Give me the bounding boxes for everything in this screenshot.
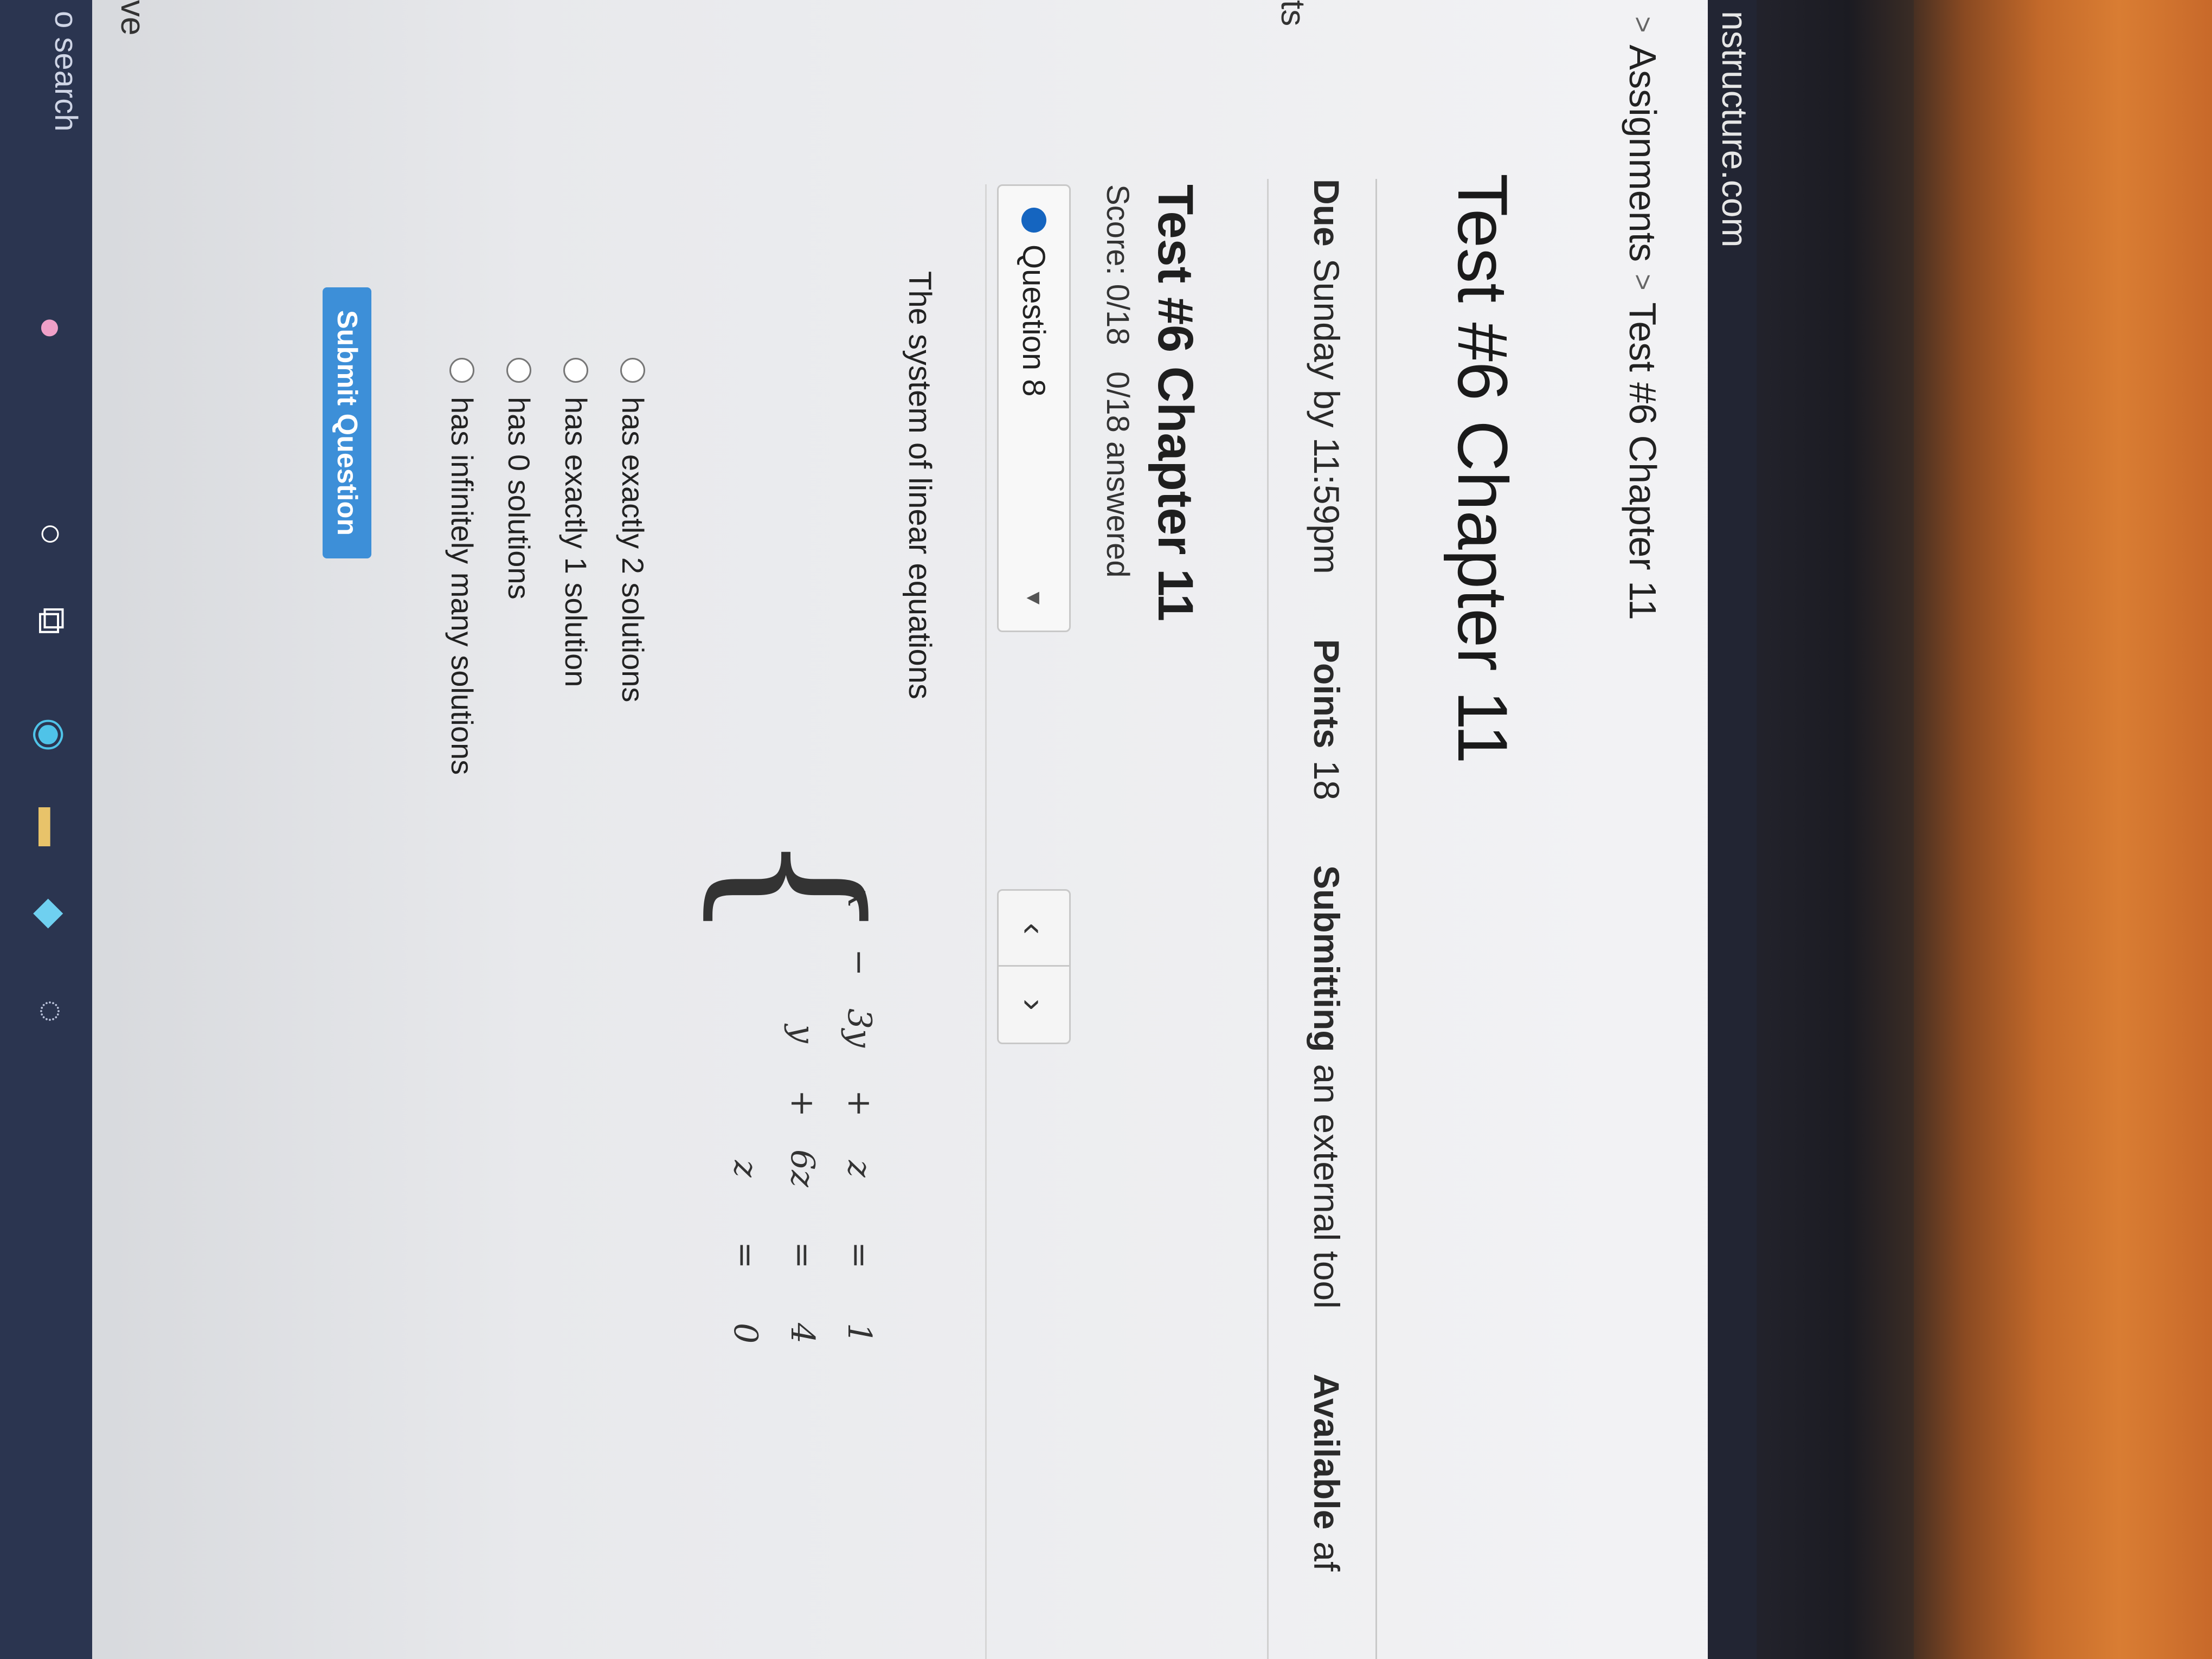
available-value: af	[1307, 1541, 1347, 1572]
browser-screen: nstructure.com > Assignments > Test #6 C…	[0, 0, 1757, 1659]
radio-button[interactable]	[563, 358, 589, 383]
eq-term: 6z	[783, 1149, 821, 1187]
divider	[1267, 179, 1269, 1659]
eq-term: z	[840, 1160, 878, 1178]
url-text: nstructure.com	[1715, 11, 1755, 248]
quiz-score: Score: 0/18 0/18 answered	[1099, 184, 1136, 577]
answer-label[interactable]: has infinitely many solutions	[445, 397, 480, 775]
points-value: 18	[1307, 760, 1347, 800]
assignment-meta: Due Sunday by 11:59pm Points 18 Submitti…	[1306, 179, 1347, 1636]
score-text: Score: 0/18	[1100, 184, 1135, 345]
answer-option[interactable]: has exactly 1 solution	[558, 358, 594, 687]
url-bar[interactable]: nstructure.com	[1708, 0, 1757, 1659]
eq-operator: +	[783, 1090, 821, 1117]
caret-down-icon: ▼	[1022, 587, 1046, 609]
chevron-right-icon: ›	[1014, 999, 1053, 1011]
answer-option[interactable]: has 0 solutions	[501, 358, 537, 600]
breadcrumb-current[interactable]: Test #6 Chapter 11	[1621, 302, 1664, 620]
answer-option[interactable]: has infinitely many solutions	[445, 358, 480, 775]
submitting-label: Submitting	[1307, 865, 1347, 1052]
store-icon[interactable]: ◆	[27, 889, 76, 938]
question-selector[interactable]: Question 8 ▼	[997, 184, 1071, 632]
answer-label[interactable]: has exactly 1 solution	[558, 397, 594, 687]
file-explorer-icon[interactable]: ▬	[27, 802, 76, 851]
radio-button[interactable]	[620, 358, 646, 383]
available-label: Available	[1307, 1373, 1347, 1530]
question-prompt: The system of linear equations	[902, 271, 937, 699]
misc-icon[interactable]: ◌	[27, 987, 76, 1036]
task-view-icon[interactable]: ⧉	[27, 596, 76, 645]
eq-term: x	[840, 889, 878, 908]
eq-term: z	[726, 1160, 764, 1178]
breadcrumb-assignments[interactable]: Assignments	[1621, 44, 1664, 262]
eq-rhs: 0	[726, 1323, 764, 1344]
eq-term: y	[783, 1025, 821, 1043]
eq-equals: =	[783, 1242, 821, 1269]
cortana-icon[interactable]: ○	[27, 510, 76, 558]
eq-operator: −	[840, 949, 878, 976]
eq-rhs: 4	[783, 1323, 821, 1344]
breadcrumb-separator: >	[1627, 16, 1658, 33]
breadcrumb-separator: >	[1627, 274, 1658, 291]
submitting-value: an external tool	[1307, 1064, 1347, 1309]
answer-label[interactable]: has exactly 2 solutions	[615, 397, 651, 702]
eq-equals: =	[726, 1242, 764, 1269]
question-selector-label: Question 8	[1016, 245, 1052, 397]
quiz-title: Test #6 Chapter 11	[1148, 184, 1203, 622]
eq-operator: +	[840, 1090, 878, 1117]
answered-count: 0/18 answered	[1100, 371, 1135, 578]
eq-equals: =	[840, 1242, 878, 1269]
desk-background	[1903, 0, 2212, 1659]
monitor-bezel	[1751, 0, 1914, 1659]
edge-icon[interactable]: ◉	[27, 710, 76, 759]
page-title: Test #6 Chapter 11	[1443, 173, 1522, 764]
taskbar-search[interactable]: o search	[48, 11, 84, 131]
due-label: Due	[1307, 179, 1347, 247]
submit-question-button[interactable]: Submit Question	[323, 287, 371, 558]
apps-icon[interactable]: ●	[27, 304, 76, 352]
system-brace: {	[690, 829, 898, 943]
question-status-dot-icon	[1021, 208, 1046, 233]
radio-button[interactable]	[449, 358, 475, 383]
due-value: Sunday by 11:59pm	[1307, 258, 1347, 574]
answer-label[interactable]: has 0 solutions	[501, 397, 537, 600]
radio-button[interactable]	[506, 358, 532, 383]
chevron-left-icon: ‹	[1014, 923, 1053, 935]
answer-option[interactable]: has exactly 2 solutions	[615, 358, 651, 702]
breadcrumb: > Assignments > Test #6 Chapter 11	[1621, 16, 1664, 620]
points-label: Points	[1307, 639, 1347, 749]
next-question-button[interactable]: ›	[997, 965, 1071, 1044]
divider	[985, 184, 987, 1659]
course-nav-fragment[interactable]: ts	[1274, 0, 1312, 26]
eq-rhs: 1	[840, 1323, 878, 1344]
previous-question-button[interactable]: ‹	[997, 889, 1071, 968]
divider	[1375, 179, 1377, 1659]
eq-term: 3y	[840, 1008, 878, 1048]
course-nav-fragment[interactable]: ve	[113, 0, 152, 35]
